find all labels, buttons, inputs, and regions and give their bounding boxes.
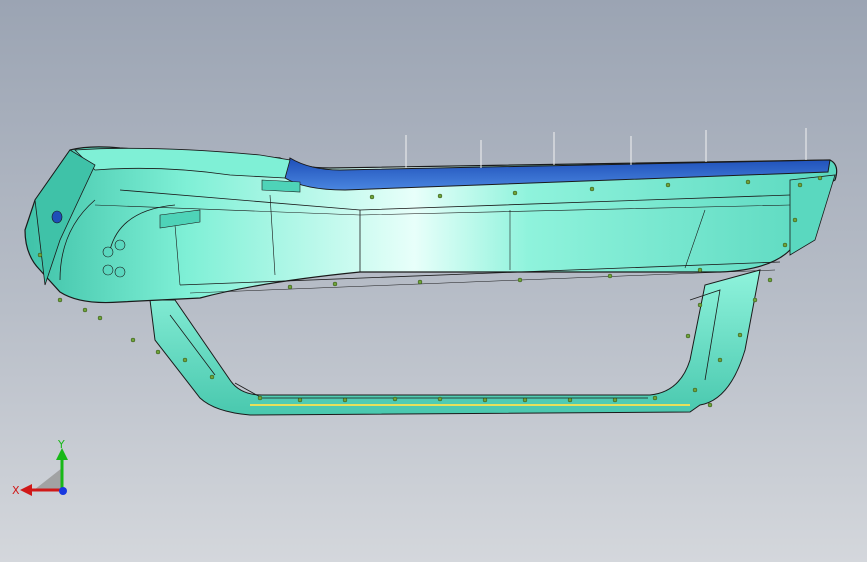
triad-plane <box>34 468 62 490</box>
x-axis-arrowhead <box>20 484 32 496</box>
coordinate-triad: Y X <box>12 438 76 508</box>
model-canvas[interactable] <box>0 0 867 562</box>
cad-viewport[interactable]: Y X <box>0 0 867 562</box>
x-axis-label: X <box>12 484 20 497</box>
lower-frame <box>149 269 761 416</box>
z-axis-dot <box>59 487 67 495</box>
bumper-body <box>24 146 838 304</box>
y-axis-label: Y <box>57 440 65 451</box>
